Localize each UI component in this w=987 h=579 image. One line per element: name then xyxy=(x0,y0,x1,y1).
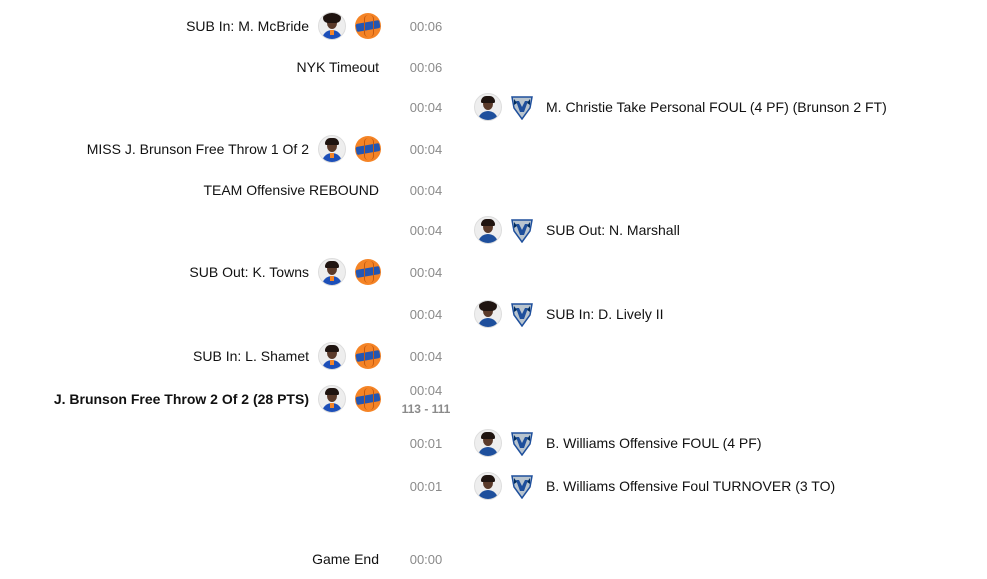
event-time: 00:04 xyxy=(396,252,456,292)
away-event: SUB Out: N. Marshall xyxy=(474,210,680,250)
knicks-logo-icon xyxy=(355,13,381,39)
away-event: B. Williams Offensive Foul TURNOVER (3 T… xyxy=(474,466,835,506)
knicks-logo-icon xyxy=(355,386,381,412)
away-event: M. Christie Take Personal FOUL (4 PF) (B… xyxy=(474,87,887,127)
game-clock: 00:04 xyxy=(409,222,443,238)
event-description: NYK Timeout xyxy=(296,59,379,75)
game-clock: 00:06 xyxy=(409,18,443,34)
event-description: SUB In: D. Lively II xyxy=(546,306,664,322)
event-description: SUB In: M. McBride xyxy=(186,18,309,34)
game-clock: 00:01 xyxy=(409,478,443,494)
event-time: 00:01 xyxy=(396,423,456,463)
event-row: 00:06 NYK Timeout xyxy=(0,47,987,87)
event-row: 00:04 M. Christie Take Personal FOUL (4 P… xyxy=(0,87,987,127)
event-time: 00:04 xyxy=(396,336,456,376)
event-description: MISS J. Brunson Free Throw 1 Of 2 xyxy=(86,141,309,157)
event-description: B. Williams Offensive FOUL (4 PF) xyxy=(546,435,762,451)
event-time: 00:01 xyxy=(396,466,456,506)
event-description: SUB Out: K. Towns xyxy=(189,264,309,280)
event-row: 00:04 SUB Out: K. Towns xyxy=(0,252,987,292)
event-description: SUB Out: N. Marshall xyxy=(546,222,680,238)
event-description: B. Williams Offensive Foul TURNOVER (3 T… xyxy=(546,478,836,494)
game-clock: 00:04 xyxy=(409,141,443,157)
mavericks-logo-icon xyxy=(509,301,535,327)
event-row: 00:04 TEAM Offensive REBOUND xyxy=(0,170,987,210)
away-event: B. Williams Offensive FOUL (4 PF) xyxy=(474,423,761,463)
player-headshot-icon xyxy=(318,135,346,163)
home-event: NYK Timeout xyxy=(297,47,379,87)
event-description: Game End xyxy=(312,551,379,567)
event-description: J. Brunson Free Throw 2 Of 2 (28 PTS) xyxy=(53,391,309,407)
event-time: 00:04 xyxy=(396,294,456,334)
player-headshot-icon xyxy=(318,12,346,40)
home-event: MISS J. Brunson Free Throw 1 Of 2 xyxy=(87,129,381,169)
mavericks-logo-icon xyxy=(509,94,535,120)
event-row: 00:04 SUB Out: N. Marshall xyxy=(0,210,987,250)
home-event: SUB In: L. Shamet xyxy=(193,336,381,376)
home-event: SUB In: M. McBride xyxy=(186,6,381,46)
event-time: 00:04 xyxy=(396,87,456,127)
player-headshot-icon xyxy=(318,385,346,413)
away-event: SUB In: D. Lively II xyxy=(474,294,663,334)
game-clock: 00:01 xyxy=(409,435,443,451)
event-description: M. Christie Take Personal FOUL (4 PF) (B… xyxy=(546,99,887,115)
mavericks-logo-icon xyxy=(509,430,535,456)
event-row: 00:01 B. Williams Offensive FOUL (4 PF) xyxy=(0,423,987,463)
event-row: 00:06 SUB In: M. McBride xyxy=(0,6,987,46)
game-clock: 00:04 xyxy=(409,348,443,364)
event-time: 00:00 xyxy=(396,539,456,579)
home-event: TEAM Offensive REBOUND xyxy=(203,170,379,210)
home-event: Game End xyxy=(312,539,379,579)
game-clock: 00:04 xyxy=(409,99,443,115)
player-headshot-icon xyxy=(474,216,502,244)
event-row: 00:04 SUB In: L. Shamet xyxy=(0,336,987,376)
event-time: 00:06 xyxy=(396,47,456,87)
event-time: 00:06 xyxy=(396,6,456,46)
event-row: 00:01 B. Williams Offensive Foul TURNOVER… xyxy=(0,466,987,506)
knicks-logo-icon xyxy=(355,259,381,285)
home-event: SUB Out: K. Towns xyxy=(189,252,381,292)
home-event: J. Brunson Free Throw 2 Of 2 (28 PTS) xyxy=(54,379,381,419)
knicks-logo-icon xyxy=(355,136,381,162)
player-headshot-icon xyxy=(474,93,502,121)
mavericks-logo-icon xyxy=(509,473,535,499)
game-clock: 00:06 xyxy=(409,59,443,75)
game-clock: 00:04 xyxy=(409,264,443,280)
event-row: 00:04 MISS J. Brunson Free Throw 1 Of 2 xyxy=(0,129,987,169)
game-clock: 00:04 xyxy=(409,182,443,198)
event-row: 00:04 SUB In: D. Lively II xyxy=(0,294,987,334)
event-row: 00:04 113 - 111 J. Brunson Free Throw 2 Of… xyxy=(0,379,987,419)
knicks-logo-icon xyxy=(355,343,381,369)
event-description: SUB In: L. Shamet xyxy=(193,348,309,364)
mavericks-logo-icon xyxy=(509,217,535,243)
event-description: TEAM Offensive REBOUND xyxy=(203,182,379,198)
event-time: 00:04 113 - 111 xyxy=(396,379,456,419)
game-clock: 00:04 xyxy=(409,306,443,322)
player-headshot-icon xyxy=(474,472,502,500)
event-row: 00:00 Game End xyxy=(0,539,987,579)
event-time: 00:04 xyxy=(396,170,456,210)
player-headshot-icon xyxy=(318,258,346,286)
player-headshot-icon xyxy=(318,342,346,370)
game-clock: 00:00 xyxy=(409,551,443,567)
event-time: 00:04 xyxy=(396,129,456,169)
player-headshot-icon xyxy=(474,300,502,328)
game-clock: 00:04 xyxy=(409,382,443,398)
event-time: 00:04 xyxy=(396,210,456,250)
player-headshot-icon xyxy=(474,429,502,457)
score-readout: 113 - 111 xyxy=(401,401,451,416)
